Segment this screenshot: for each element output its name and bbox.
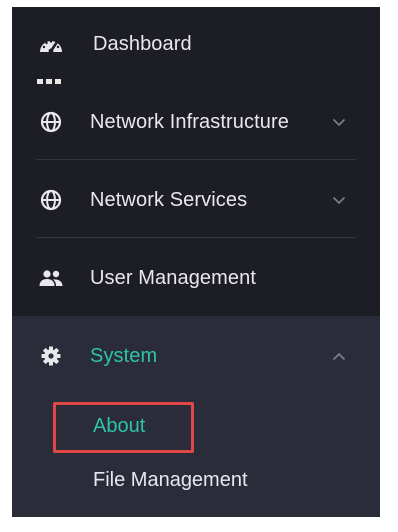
sidebar-item-label: Network Services [90, 188, 248, 211]
sidebar-item-label: Dashboard [93, 32, 192, 55]
gear-icon [38, 343, 64, 369]
submenu-item-file-management[interactable]: File Management [93, 469, 248, 492]
divider [36, 237, 356, 238]
sidebar-item-system[interactable]: System [12, 337, 380, 375]
sidebar-item-label: System [90, 344, 158, 367]
chevron-down-icon[interactable] [330, 113, 348, 131]
sidebar-item-network-services[interactable]: Network Services [12, 181, 380, 219]
ellipsis-icon [37, 79, 61, 84]
divider [36, 159, 356, 160]
sidebar-item-label: Network Infrastructure [90, 110, 289, 133]
sidebar-item-label: User Management [90, 266, 257, 289]
globe-icon [38, 109, 64, 135]
highlight-box [53, 402, 194, 453]
chevron-down-icon[interactable] [330, 191, 348, 209]
globe-icon [38, 187, 64, 213]
users-icon [38, 265, 64, 291]
chevron-up-icon[interactable] [330, 347, 348, 365]
sidebar: Dashboard Network Infrastructure Network… [12, 7, 380, 517]
sidebar-item-dashboard[interactable]: Dashboard [12, 25, 380, 63]
speedometer-icon [38, 31, 64, 57]
sidebar-item-network-infrastructure[interactable]: Network Infrastructure [12, 103, 380, 141]
sidebar-item-user-management[interactable]: User Management [12, 259, 380, 297]
